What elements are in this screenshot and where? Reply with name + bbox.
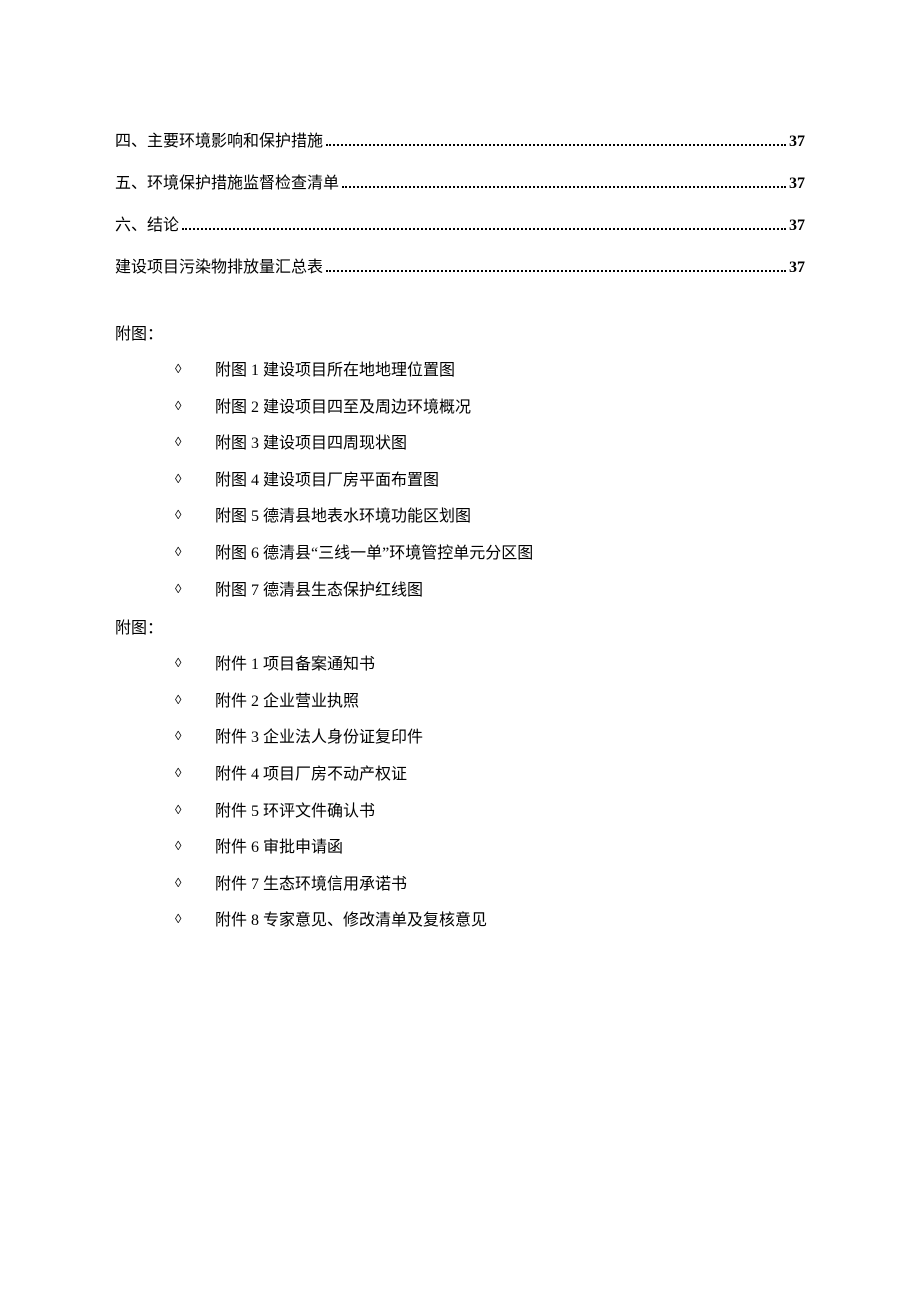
toc-title: 建设项目污染物排放量汇总表	[115, 256, 323, 280]
diamond-bullet-icon: ◊	[175, 909, 181, 930]
list-item: ◊ 附件 3 企业法人身份证复印件	[175, 725, 805, 751]
diamond-bullet-icon: ◊	[175, 690, 181, 711]
list-item-text: 附件 5 环评文件确认书	[215, 799, 375, 825]
list-item: ◊ 附件 5 环评文件确认书	[175, 799, 805, 825]
list-item: ◊ 附件 2 企业营业执照	[175, 689, 805, 715]
toc-entry: 六、结论 37	[115, 214, 805, 238]
diamond-bullet-icon: ◊	[175, 432, 181, 453]
toc-leader-dots	[326, 144, 786, 146]
list-item-text: 附件 3 企业法人身份证复印件	[215, 725, 423, 751]
toc-section: 四、主要环境影响和保护措施 37 五、环境保护措施监督检查清单 37 六、结论 …	[115, 130, 805, 280]
list-item-text: 附图 2 建设项目四至及周边环境概况	[215, 395, 471, 421]
list-item: ◊ 附图 4 建设项目厂房平面布置图	[175, 468, 805, 494]
toc-leader-dots	[182, 228, 786, 230]
list-item: ◊ 附件 7 生态环境信用承诺书	[175, 872, 805, 898]
toc-entry: 四、主要环境影响和保护措施 37	[115, 130, 805, 154]
list-item: ◊ 附图 7 德清县生态保护红线图	[175, 578, 805, 604]
diamond-bullet-icon: ◊	[175, 800, 181, 821]
list-item: ◊ 附件 4 项目厂房不动产权证	[175, 762, 805, 788]
diamond-bullet-icon: ◊	[175, 836, 181, 857]
diamond-bullet-icon: ◊	[175, 359, 181, 380]
list-item-text: 附件 2 企业营业执照	[215, 689, 359, 715]
toc-leader-dots	[326, 270, 786, 272]
list-item: ◊ 附件 8 专家意见、修改清单及复核意见	[175, 908, 805, 934]
diamond-bullet-icon: ◊	[175, 396, 181, 417]
diamond-bullet-icon: ◊	[175, 763, 181, 784]
list-item-text: 附件 7 生态环境信用承诺书	[215, 872, 407, 898]
list-item: ◊ 附件 6 审批申请函	[175, 835, 805, 861]
list-item-text: 附图 6 德清县“三线一单”环境管控单元分区图	[215, 541, 533, 567]
list-item: ◊ 附图 6 德清县“三线一单”环境管控单元分区图	[175, 541, 805, 567]
diamond-bullet-icon: ◊	[175, 726, 181, 747]
list-item-text: 附件 1 项目备案通知书	[215, 652, 375, 678]
diamond-bullet-icon: ◊	[175, 579, 181, 600]
list-item: ◊ 附图 3 建设项目四周现状图	[175, 431, 805, 457]
list-item: ◊ 附图 5 德清县地表水环境功能区划图	[175, 504, 805, 530]
toc-page-number: 37	[789, 172, 805, 196]
list-item-text: 附图 1 建设项目所在地地理位置图	[215, 358, 455, 384]
list-item-text: 附图 4 建设项目厂房平面布置图	[215, 468, 439, 494]
toc-title: 四、主要环境影响和保护措施	[115, 130, 323, 154]
appendix-figures-list: ◊ 附图 1 建设项目所在地地理位置图 ◊ 附图 2 建设项目四至及周边环境概况 ◊…	[115, 358, 805, 603]
diamond-bullet-icon: ◊	[175, 542, 181, 563]
toc-title: 五、环境保护措施监督检查清单	[115, 172, 339, 196]
appendix-attachments-heading: 附图：	[115, 614, 805, 638]
list-item: ◊ 附图 2 建设项目四至及周边环境概况	[175, 395, 805, 421]
toc-entry: 建设项目污染物排放量汇总表 37	[115, 256, 805, 280]
list-item: ◊ 附图 1 建设项目所在地地理位置图	[175, 358, 805, 384]
toc-leader-dots	[342, 186, 786, 188]
appendix-figures-heading: 附图：	[115, 320, 805, 344]
diamond-bullet-icon: ◊	[175, 653, 181, 674]
list-item-text: 附件 6 审批申请函	[215, 835, 343, 861]
list-item: ◊ 附件 1 项目备案通知书	[175, 652, 805, 678]
toc-page-number: 37	[789, 130, 805, 154]
toc-entry: 五、环境保护措施监督检查清单 37	[115, 172, 805, 196]
diamond-bullet-icon: ◊	[175, 873, 181, 894]
list-item-text: 附图 5 德清县地表水环境功能区划图	[215, 504, 471, 530]
list-item-text: 附件 4 项目厂房不动产权证	[215, 762, 407, 788]
toc-page-number: 37	[789, 214, 805, 238]
toc-title: 六、结论	[115, 214, 179, 238]
diamond-bullet-icon: ◊	[175, 505, 181, 526]
list-item-text: 附图 3 建设项目四周现状图	[215, 431, 407, 457]
list-item-text: 附图 7 德清县生态保护红线图	[215, 578, 423, 604]
toc-page-number: 37	[789, 256, 805, 280]
list-item-text: 附件 8 专家意见、修改清单及复核意见	[215, 908, 487, 934]
diamond-bullet-icon: ◊	[175, 469, 181, 490]
appendix-attachments-list: ◊ 附件 1 项目备案通知书 ◊ 附件 2 企业营业执照 ◊ 附件 3 企业法人身份证…	[115, 652, 805, 934]
